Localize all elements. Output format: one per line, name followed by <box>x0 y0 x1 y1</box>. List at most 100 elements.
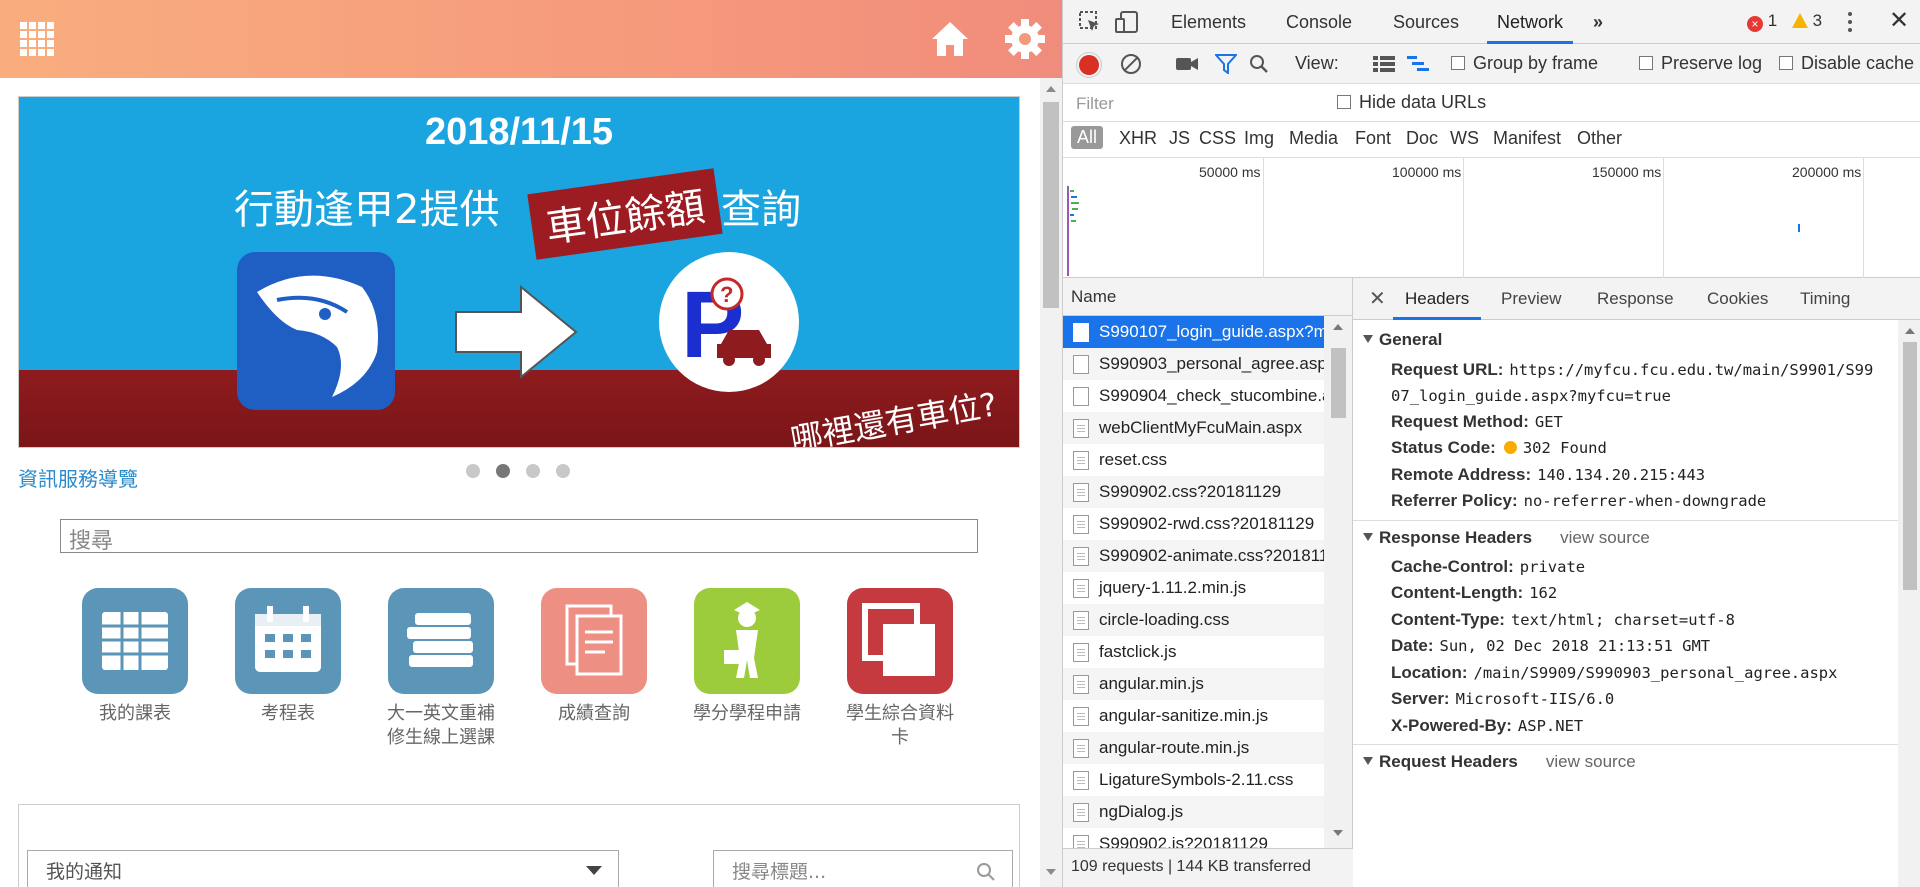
tab-response[interactable]: Response <box>1585 278 1686 320</box>
type-other[interactable]: Other <box>1577 128 1622 149</box>
request-list: S990107_login_guide.aspx?myfcu=true S990… <box>1063 316 1324 848</box>
filter-input[interactable]: Filter <box>1071 90 1283 116</box>
response-header-row: Cache-Control: private <box>1391 557 1586 576</box>
search-input[interactable]: 搜尋 <box>60 519 978 554</box>
large-rows-icon[interactable] <box>1373 56 1395 72</box>
request-url-row-cont: 07_login_guide.aspx?myfcu=true <box>1391 387 1671 405</box>
mobile-app-pane: 2018/11/15 行動逢甲2提供 車位餘額 查詢 P ? 哪裡還有車位? 資… <box>0 0 1062 887</box>
type-all[interactable]: All <box>1071 126 1104 149</box>
type-js[interactable]: JS <box>1169 128 1190 149</box>
capture-screenshots-icon[interactable] <box>1175 56 1199 72</box>
request-headers-section-header[interactable]: Request Headers view source <box>1363 752 1636 772</box>
search-icon[interactable] <box>1249 54 1269 74</box>
app-scrollbar[interactable] <box>1040 78 1062 887</box>
preserve-log-label: Preserve log <box>1661 53 1763 73</box>
error-warning-counter[interactable]: × 1 3 <box>1747 11 1822 32</box>
tab-network[interactable]: Network <box>1487 0 1574 44</box>
referrer-policy-row: Referrer Policy: no-referrer-when-downgra… <box>1391 491 1767 510</box>
type-ws[interactable]: WS <box>1450 128 1479 149</box>
general-section-header[interactable]: General <box>1363 330 1442 350</box>
parking-icon: P ? <box>659 252 799 392</box>
tile-timetable[interactable]: 我的課表 <box>80 588 190 726</box>
tab-elements[interactable]: Elements <box>1161 0 1256 44</box>
waterfall-overview-icon[interactable] <box>1407 56 1429 72</box>
notice-search-input[interactable]: 搜尋標題... <box>713 850 1013 887</box>
network-timeline-overview[interactable]: 50000 ms 100000 ms 150000 ms 200000 ms <box>1063 158 1920 278</box>
view-source-link[interactable]: view source <box>1546 752 1636 771</box>
request-row[interactable]: S990902.js?20181129 <box>1063 828 1324 848</box>
tile-english-course[interactable]: 大一英文重補修生線上選課 <box>386 588 496 750</box>
record-icon[interactable] <box>1079 55 1099 75</box>
request-list-scrollbar[interactable] <box>1324 316 1352 848</box>
type-media[interactable]: Media <box>1289 128 1338 149</box>
carousel-dot-active[interactable] <box>496 464 510 478</box>
triangle-down-icon <box>1363 757 1373 765</box>
app-grid-menu-icon[interactable] <box>20 22 54 56</box>
tile-grades[interactable]: 成績查詢 <box>539 588 649 726</box>
inspect-element-icon[interactable] <box>1079 11 1101 33</box>
group-by-frame-checkbox[interactable]: Group by frame <box>1451 53 1598 74</box>
tab-cookies[interactable]: Cookies <box>1695 278 1780 320</box>
request-row[interactable]: angular.min.js <box>1063 668 1324 700</box>
type-manifest[interactable]: Manifest <box>1493 128 1561 149</box>
tab-console[interactable]: Console <box>1276 0 1362 44</box>
network-summary: 109 requests | 144 KB transferred <box>1063 848 1353 887</box>
more-tabs-icon[interactable]: » <box>1583 0 1613 44</box>
tab-headers[interactable]: Headers <box>1393 278 1482 320</box>
carousel-dot[interactable] <box>466 464 480 478</box>
home-icon[interactable] <box>930 20 970 58</box>
type-doc[interactable]: Doc <box>1406 128 1438 149</box>
service-guide-link[interactable]: 資訊服務導覽 <box>18 463 138 492</box>
tile-exam-schedule[interactable]: 考程表 <box>233 588 343 726</box>
request-row[interactable]: S990902.css?20181129 <box>1063 476 1324 508</box>
tile-label: 成績查詢 <box>558 703 630 724</box>
type-xhr[interactable]: XHR <box>1119 128 1157 149</box>
tab-preview[interactable]: Preview <box>1489 278 1573 320</box>
carousel-dot[interactable] <box>526 464 540 478</box>
request-row[interactable]: ngDialog.js <box>1063 796 1324 828</box>
request-row[interactable]: LigatureSymbols-2.11.css <box>1063 764 1324 796</box>
tile-label: 學分學程申請 <box>693 703 801 724</box>
disable-cache-checkbox[interactable]: Disable cache <box>1779 53 1914 74</box>
clear-icon[interactable] <box>1121 54 1141 74</box>
request-row-selected[interactable]: S990107_login_guide.aspx?myfcu=true <box>1063 316 1324 348</box>
promo-banner[interactable]: 2018/11/15 行動逢甲2提供 車位餘額 查詢 P ? 哪裡還有車位? <box>18 96 1020 448</box>
device-toolbar-icon[interactable] <box>1115 11 1139 33</box>
request-row[interactable]: jquery-1.11.2.min.js <box>1063 572 1324 604</box>
preserve-log-checkbox[interactable]: Preserve log <box>1639 53 1762 74</box>
request-row[interactable]: circle-loading.css <box>1063 604 1324 636</box>
tile-student-profile[interactable]: 學生綜合資料卡 <box>845 588 955 750</box>
tab-timing[interactable]: Timing <box>1788 278 1862 320</box>
more-options-icon[interactable] <box>1848 12 1852 32</box>
type-css[interactable]: CSS <box>1199 128 1236 149</box>
headers-view: General Request URL: https://myfcu.fcu.ed… <box>1353 320 1898 887</box>
error-count: 1 <box>1767 11 1778 30</box>
hide-data-urls-checkbox[interactable]: Hide data URLs <box>1337 92 1486 113</box>
tab-sources[interactable]: Sources <box>1383 0 1469 44</box>
request-row[interactable]: angular-route.min.js <box>1063 732 1324 764</box>
carousel-dot[interactable] <box>556 464 570 478</box>
filter-icon[interactable] <box>1215 54 1237 74</box>
response-headers-section-header[interactable]: Response Headers view source <box>1363 528 1650 548</box>
request-row[interactable]: S990903_personal_agree.aspx <box>1063 348 1324 380</box>
request-row[interactable]: angular-sanitize.min.js <box>1063 700 1324 732</box>
request-row[interactable]: S990902-animate.css?20181129 <box>1063 540 1324 572</box>
settings-gear-icon[interactable] <box>1004 18 1046 60</box>
detail-scrollbar[interactable] <box>1898 320 1920 887</box>
close-devtools-icon[interactable]: ✕ <box>1889 6 1909 35</box>
name-column-header[interactable]: Name <box>1063 278 1352 316</box>
request-row[interactable]: S990902-rwd.css?20181129 <box>1063 508 1324 540</box>
notice-panel: 我的通知 搜尋標題... <box>18 804 1020 887</box>
view-source-link[interactable]: view source <box>1560 528 1650 547</box>
type-font[interactable]: Font <box>1355 128 1391 149</box>
request-row[interactable]: reset.css <box>1063 444 1324 476</box>
tile-credit-program[interactable]: 學分學程申請 <box>692 588 802 726</box>
request-row[interactable]: S990904_check_stucombine.aspx <box>1063 380 1324 412</box>
request-row[interactable]: fastclick.js <box>1063 636 1324 668</box>
notice-category-select[interactable]: 我的通知 <box>27 850 619 887</box>
triangle-down-icon <box>1363 533 1373 541</box>
graduate-icon <box>694 588 800 694</box>
request-row[interactable]: webClientMyFcuMain.aspx <box>1063 412 1324 444</box>
type-img[interactable]: Img <box>1244 128 1274 149</box>
close-detail-icon[interactable]: ✕ <box>1369 286 1386 311</box>
